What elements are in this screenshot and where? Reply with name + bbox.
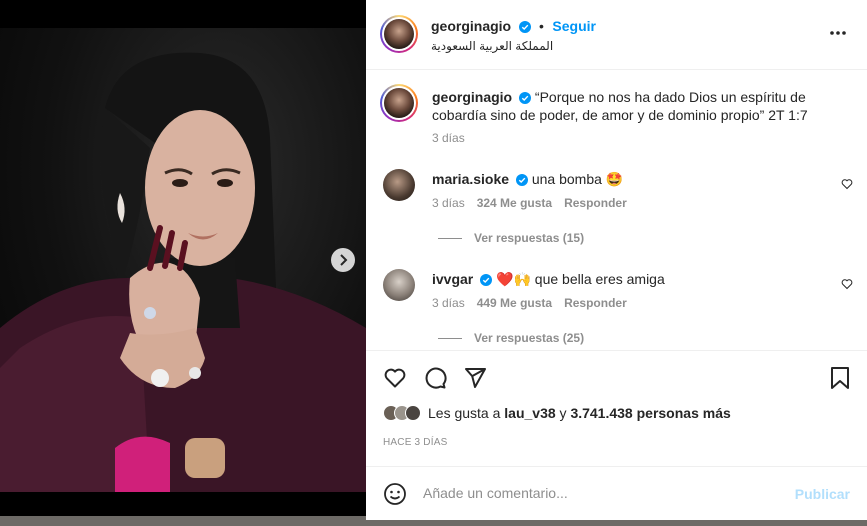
emoji-icon[interactable]: [383, 482, 407, 506]
verified-badge-icon: [515, 174, 528, 186]
comment-text: una bomba 🤩: [531, 171, 624, 187]
comment-like-heart-icon[interactable]: [841, 178, 853, 190]
author-username[interactable]: georginagio: [431, 18, 511, 34]
caption-author-username[interactable]: georginagio: [432, 89, 512, 105]
verified-badge-icon: [480, 274, 493, 286]
view-replies-label: Ver respuestas (15): [474, 231, 585, 245]
comment-time[interactable]: 3 días: [432, 196, 465, 210]
comments-list[interactable]: georginagio “Porque no nos ha dado Dios …: [366, 71, 867, 351]
more-horizontal-icon[interactable]: [829, 30, 847, 36]
comment-likes[interactable]: 324 Me gusta: [477, 196, 552, 210]
header-separator: •: [539, 18, 544, 34]
likes-middle: y: [555, 405, 571, 421]
comment-time[interactable]: 3 días: [432, 296, 465, 310]
likes-prefix: Les gusta a: [428, 405, 505, 421]
caption: georginagio “Porque no nos ha dado Dios …: [432, 88, 837, 124]
comment-meta: 3 días 449 Me gusta Responder: [432, 296, 627, 310]
share-icon[interactable]: [463, 366, 487, 390]
follow-button[interactable]: Seguir: [552, 18, 596, 34]
reply-button[interactable]: Responder: [564, 196, 627, 210]
likes-text: Les gusta a lau_v38 y 3.741.438 personas…: [428, 405, 731, 421]
comment-meta: 3 días 324 Me gusta Responder: [432, 196, 627, 210]
likes-count[interactable]: 3.741.438 personas más: [570, 405, 730, 421]
liker-avatar[interactable]: [405, 405, 421, 421]
chevron-right-icon: [340, 254, 348, 266]
post-header: georginagio • Seguir المملكة العربية الس…: [366, 0, 867, 70]
post-location[interactable]: المملكة العربية السعودية: [431, 39, 553, 53]
likes-user[interactable]: lau_v38: [504, 405, 555, 421]
author-avatar[interactable]: [380, 15, 418, 53]
verified-badge-icon: [518, 21, 531, 33]
comment: ivvgar ❤️🙌 que bella eres amiga: [432, 270, 812, 288]
post-media: [0, 0, 366, 526]
comment-input[interactable]: [423, 485, 783, 501]
comment-likes[interactable]: 449 Me gusta: [477, 296, 552, 310]
add-comment-bar: Publicar: [366, 466, 867, 520]
bookmark-icon[interactable]: [829, 366, 851, 390]
commenter-avatar[interactable]: [383, 169, 415, 201]
comment-username[interactable]: ivvgar: [432, 271, 473, 287]
comment-text: ❤️🙌 que bella eres amiga: [496, 271, 665, 287]
commenter-avatar[interactable]: [383, 269, 415, 301]
heart-icon[interactable]: [383, 366, 407, 390]
comment-icon[interactable]: [423, 366, 447, 390]
comment-username[interactable]: maria.sioke: [432, 171, 509, 187]
post-photo[interactable]: [0, 28, 366, 492]
caption-author-avatar[interactable]: [380, 84, 418, 122]
reply-button[interactable]: Responder: [564, 296, 627, 310]
comment-like-heart-icon[interactable]: [841, 278, 853, 290]
caption-time[interactable]: 3 días: [432, 131, 465, 145]
carousel-next-button[interactable]: [331, 248, 355, 272]
likes-summary: Les gusta a lau_v38 y 3.741.438 personas…: [383, 405, 731, 421]
publish-button[interactable]: Publicar: [795, 486, 850, 502]
comment: maria.sioke una bomba 🤩: [432, 170, 812, 188]
post-side-panel: georginagio • Seguir المملكة العربية الس…: [366, 0, 867, 520]
post-actions-bar: [366, 352, 867, 402]
posted-time[interactable]: HACE 3 DÍAS: [383, 437, 447, 448]
portrait-illustration: [0, 52, 366, 492]
view-replies-label: Ver respuestas (25): [474, 331, 585, 345]
view-replies-button[interactable]: Ver respuestas (15): [438, 231, 584, 245]
view-replies-button[interactable]: Ver respuestas (25): [438, 331, 584, 345]
verified-badge-icon: [519, 92, 532, 104]
